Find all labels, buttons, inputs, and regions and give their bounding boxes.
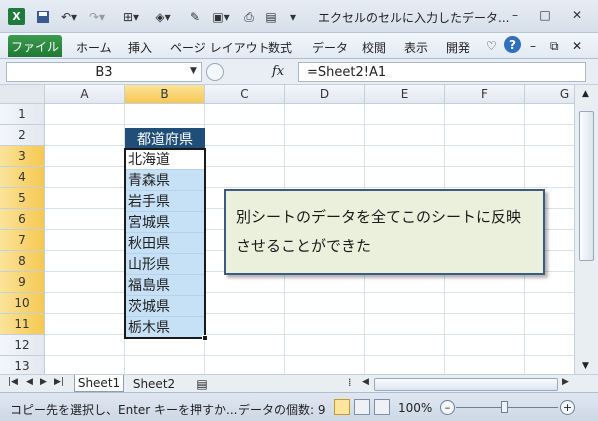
tab-insert[interactable]: 挿入 [128,39,152,56]
print-preview-icon[interactable]: ⎙ [240,8,258,26]
row-header-9[interactable]: 9 [0,272,45,293]
borders-icon[interactable]: ⊞▾ [118,8,144,26]
row-header-7[interactable]: 7 [0,230,45,251]
row-header-10[interactable]: 10 [0,293,45,314]
title-bar: X ↶▾ ↷▾ ⊞▾ ◈▾ ✎ ▣▾ ⎙ ▤ ▾ エクセルのセルに入力したデータ… [0,0,598,33]
column-header-e[interactable]: E [365,85,445,104]
status-message: コピー先を選択し、Enter キーを押すか... [10,403,238,417]
last-sheet-icon[interactable]: ▶| [54,377,64,387]
column-header-c[interactable]: C [205,85,285,104]
fill-color-icon[interactable]: ◈▾ [150,8,176,26]
page-layout-view-button[interactable] [354,399,370,415]
row-header-4[interactable]: 4 [0,167,45,188]
row-header-12[interactable]: 12 [0,335,45,356]
normal-view-button[interactable] [334,399,350,415]
scroll-down-icon[interactable]: ▼ [582,361,589,371]
column-header-f[interactable]: F [445,85,525,104]
row-header-5[interactable]: 5 [0,188,45,209]
format-painter-icon[interactable]: ✎ [186,8,204,26]
tab-formulas[interactable]: 数式 [268,39,292,56]
tab-developer[interactable]: 開発 [446,39,470,56]
prev-sheet-icon[interactable]: ◀ [26,377,33,387]
file-tab[interactable]: ファイル [8,35,62,57]
column-header-b[interactable]: B [125,85,205,104]
formula-input[interactable]: =Sheet2!A1 [298,62,586,82]
select-all-corner[interactable] [0,85,45,104]
next-sheet-icon[interactable]: ▶ [40,377,47,387]
redo-icon[interactable]: ↷▾ [86,8,108,26]
cell-b2-header[interactable]: 都道府県 [125,128,205,149]
customize-toolbar-icon[interactable]: ▾ [286,8,300,26]
expand-icon[interactable] [206,63,224,81]
zoom-slider-thumb[interactable] [501,401,508,413]
zoom-in-button[interactable]: + [560,400,575,415]
minimize-button[interactable]: – [504,6,526,24]
scroll-right-icon[interactable]: ▶ [562,377,569,387]
workbook-minimize-button[interactable]: – [530,39,536,53]
column-header-g[interactable]: G [525,85,574,104]
undo-icon[interactable]: ↶▾ [58,8,80,26]
tab-review[interactable]: 校閲 [362,39,386,56]
callout-textbox[interactable]: 別シートのデータを全てこのシートに反映 させることができた [224,189,545,275]
tab-data[interactable]: データ [312,39,348,56]
zoom-level[interactable]: 100% [398,401,432,415]
ribbon-tabs: ファイル ホーム 挿入 ページ レイアウト 数式 データ 校閲 表示 開発 ♡ … [0,33,598,59]
row-header-2[interactable]: 2 [0,125,45,146]
tab-split-handle[interactable]: ⁞ [348,376,352,389]
status-count: データの個数: 9 [238,403,326,417]
row-header-1[interactable]: 1 [0,104,45,125]
selection-border [124,148,206,339]
spreadsheet-grid[interactable]: A B C D E F G 1 2 3 4 5 6 7 8 9 10 11 12… [0,85,574,374]
workbook-close-button[interactable]: ✕ [572,39,582,53]
gridline [45,124,574,125]
fill-handle[interactable] [202,335,208,341]
horizontal-scroll-thumb[interactable] [374,378,558,391]
page-break-view-button[interactable] [374,399,390,415]
row-header-13[interactable]: 13 [0,356,45,374]
save-icon[interactable] [34,8,52,26]
name-box[interactable]: B3 [6,62,202,82]
vertical-scroll-thumb[interactable] [579,111,594,261]
help-icon[interactable]: ? [504,36,521,53]
row-header-3[interactable]: 3 [0,146,45,167]
column-header-d[interactable]: D [285,85,365,104]
tab-view[interactable]: 表示 [404,39,428,56]
paste-icon[interactable]: ▤ [262,8,280,26]
column-header-a[interactable]: A [45,85,125,104]
sheet-tabs-bar: |◀ ◀ ▶ ▶| Sheet1 Sheet2 ▤ ⁞ ◀ ▶ [0,374,598,392]
row-header-11[interactable]: 11 [0,314,45,335]
scroll-up-icon[interactable]: ▲ [582,89,589,99]
formula-bar: B3 ▼ fx =Sheet2!A1 [0,59,598,85]
camera-icon[interactable]: ▣▾ [208,8,234,26]
zoom-out-button[interactable]: – [440,400,455,415]
workbook-restore-button[interactable]: ⧉ [550,39,559,54]
insert-function-button[interactable]: fx [272,64,284,79]
excel-app-icon[interactable]: X [8,8,25,25]
first-sheet-icon[interactable]: |◀ [8,377,18,387]
window-title: エクセルのセルに入力したデータ... [318,11,510,25]
status-bar: コピー先を選択し、Enter キーを押すか... データの個数: 9 100% … [0,392,598,421]
row-header-8[interactable]: 8 [0,251,45,272]
callout-line-1: 別シートのデータを全てこのシートに反映 [236,208,522,226]
insert-sheet-icon[interactable]: ▤ [192,375,212,392]
ribbon-collapse-icon[interactable]: ♡ [486,39,497,53]
close-button[interactable]: ✕ [566,6,588,24]
sheet-tab-sheet2[interactable]: Sheet2 [128,375,180,392]
vertical-scrollbar[interactable]: ▲ ▼ [574,85,598,374]
callout-line-2: させることができた [236,237,372,255]
scroll-left-icon[interactable]: ◀ [362,377,369,387]
restore-button[interactable]: □ [534,6,556,24]
name-box-dropdown-icon[interactable]: ▼ [190,66,197,76]
gridline [45,355,574,356]
sheet-tab-sheet1[interactable]: Sheet1 [74,375,124,392]
tab-page-layout[interactable]: ページ レイアウト [170,39,270,56]
tab-home[interactable]: ホーム [76,39,112,56]
row-header-6[interactable]: 6 [0,209,45,230]
